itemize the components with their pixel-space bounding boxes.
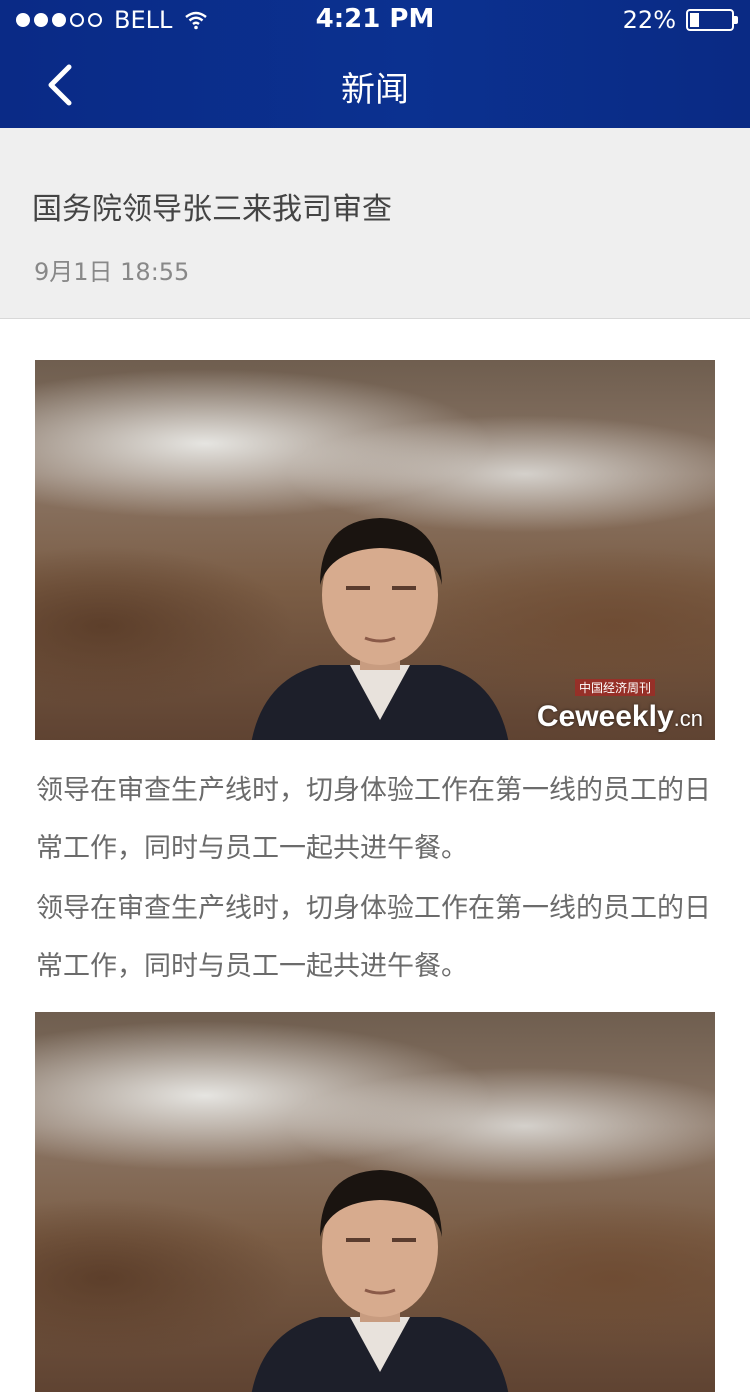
article-image[interactable]: 中国经济周刊 Ceweekly.cn	[35, 360, 715, 740]
image-watermark: Ceweekly.cn	[537, 700, 703, 734]
battery-status: 22%	[622, 6, 738, 34]
status-bar: BELL 4:21 PM 22%	[0, 0, 750, 40]
watermark-top: 中国经济周刊	[574, 679, 655, 696]
watermark-text: Ceweekly	[536, 700, 674, 733]
article-image[interactable]	[35, 1012, 715, 1392]
battery-fill	[690, 13, 699, 27]
battery-percent: 22%	[622, 6, 676, 34]
article-paragraph: 领导在审查生产线时，切身体验工作在第一线的员工的日常工作，同时与员工一起共进午餐…	[36, 893, 711, 982]
watermark-suffix: .cn	[673, 706, 703, 731]
article-paragraph: 领导在审查生产线时，切身体验工作在第一线的员工的日常工作，同时与员工一起共进午餐…	[36, 775, 711, 864]
article-title: 国务院领导张三来我司审查	[32, 192, 392, 227]
article-time: 9月1日 18:55	[34, 258, 190, 286]
article-header: 国务院领导张三来我司审查 9月1日 18:55	[0, 128, 750, 319]
person-photo	[251, 518, 509, 740]
person-photo	[251, 1170, 509, 1392]
nav-bar: 新闻	[0, 40, 750, 128]
battery-icon	[686, 9, 738, 31]
nav-title: 新闻	[341, 70, 409, 110]
header: BELL 4:21 PM 22% 新闻	[0, 0, 750, 128]
